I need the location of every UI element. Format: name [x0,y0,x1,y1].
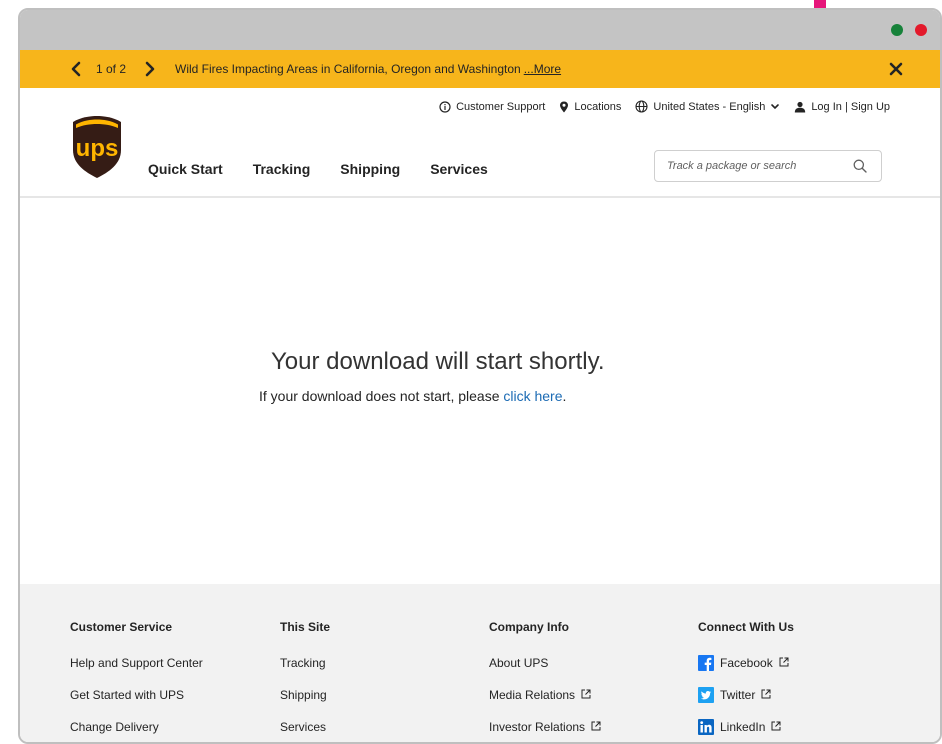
search-box [654,150,882,182]
language-label: United States - English [653,100,766,113]
alert-message-text: Wild Fires Impacting Areas in California… [175,62,521,76]
footer-link-media-relations[interactable]: Media Relations [489,688,601,720]
footer-link-tracking[interactable]: Tracking [280,656,330,688]
page-title: Your download will start shortly. [271,348,605,375]
footer-link-get-started[interactable]: Get Started with UPS [70,688,203,720]
customer-support-link[interactable]: Customer Support [439,101,545,113]
footer-link-investor-relations[interactable]: Investor Relations [489,720,601,742]
facebook-icon [698,655,714,671]
external-link-icon [779,657,789,667]
ups-logo[interactable]: ups [71,116,123,178]
login-link[interactable]: Log In | Sign Up [794,101,890,113]
customer-support-label: Customer Support [456,100,546,113]
footer-link-services[interactable]: Services [280,720,330,742]
chevron-down-icon [771,103,780,109]
footer-link-label: Media Relations [489,688,576,702]
footer-link-label: Tracking [280,656,326,670]
footer-link-label: About UPS [489,656,549,670]
external-link-icon [591,721,601,731]
footer-heading: Connect With Us [698,620,794,634]
footer-link-change-delivery[interactable]: Change Delivery [70,720,203,742]
chevron-right-icon[interactable] [142,60,158,78]
location-pin-icon [560,101,569,112]
footer-link-label: LinkedIn [720,720,766,734]
footer-link-shipping[interactable]: Shipping [280,688,330,720]
search-icon[interactable] [853,159,867,173]
footer-heading: This Site [280,620,331,634]
info-circle-icon [439,100,451,113]
footer-link-help-support[interactable]: Help and Support Center [70,656,203,688]
footer-link-label: Services [280,720,327,734]
twitter-icon [698,687,714,703]
footer-column-customer-service: Customer Service Help and Support Center… [70,620,203,742]
window-close-button[interactable] [915,24,927,36]
download-message-text: If your download does not start, please [259,388,504,404]
external-link-icon [581,689,591,699]
site-header: Customer Support Locations United States… [20,88,940,198]
locations-label: Locations [574,100,622,113]
site-footer: Customer Service Help and Support Center… [20,584,940,742]
utility-nav: Customer Support Locations United States… [425,100,890,113]
footer-link-label: Shipping [280,688,327,702]
nav-services[interactable]: Services [430,161,488,177]
footer-column-connect: Connect With Us Facebook Twitter LinkedI… [698,620,794,742]
footer-link-about-ups[interactable]: About UPS [489,656,601,688]
nav-tracking[interactable]: Tracking [253,161,311,177]
external-link-icon [771,721,781,731]
footer-link-twitter[interactable]: Twitter [698,687,794,720]
footer-link-label: Help and Support Center [70,656,203,670]
footer-link-label: Change Delivery [70,720,159,734]
browser-window: 1 of 2 Wild Fires Impacting Areas in Cal… [18,8,942,744]
footer-link-linkedin[interactable]: LinkedIn [698,719,794,742]
nav-shipping[interactable]: Shipping [340,161,400,177]
download-message: If your download does not start, please … [259,388,566,404]
footer-column-this-site: This Site Tracking Shipping Services [280,620,331,742]
chevron-left-icon[interactable] [68,60,84,78]
linkedin-icon [698,719,714,735]
close-icon[interactable] [888,61,904,77]
user-icon [795,101,806,112]
download-message-period: . [562,388,567,404]
window-maximize-button[interactable] [891,24,903,36]
search-input[interactable] [655,151,845,181]
footer-link-label: Facebook [720,656,773,670]
footer-column-company-info: Company Info About UPS Media Relations I… [489,620,601,742]
footer-link-label: Investor Relations [489,720,586,734]
alert-banner: 1 of 2 Wild Fires Impacting Areas in Cal… [20,50,940,88]
external-link-icon [761,689,771,699]
footer-heading: Customer Service [70,620,173,634]
main-nav: Quick Start Tracking Shipping Services [148,161,518,177]
language-selector[interactable]: United States - English [635,100,780,113]
svg-text:ups: ups [76,135,119,162]
footer-link-label: Twitter [720,688,756,702]
click-here-link[interactable]: click here [503,388,562,404]
alert-message: Wild Fires Impacting Areas in California… [175,62,561,76]
main-content: Your download will start shortly. If you… [20,198,940,584]
window-titlebar [20,10,940,50]
alert-counter: 1 of 2 [96,62,127,76]
footer-heading: Company Info [489,620,569,634]
nav-quick-start[interactable]: Quick Start [148,161,223,177]
globe-icon [635,100,648,113]
locations-link[interactable]: Locations [559,101,621,113]
footer-link-facebook[interactable]: Facebook [698,655,794,688]
alert-more-link[interactable]: ...More [524,62,561,76]
footer-link-label: Get Started with UPS [70,688,185,702]
login-label: Log In | Sign Up [811,100,890,113]
